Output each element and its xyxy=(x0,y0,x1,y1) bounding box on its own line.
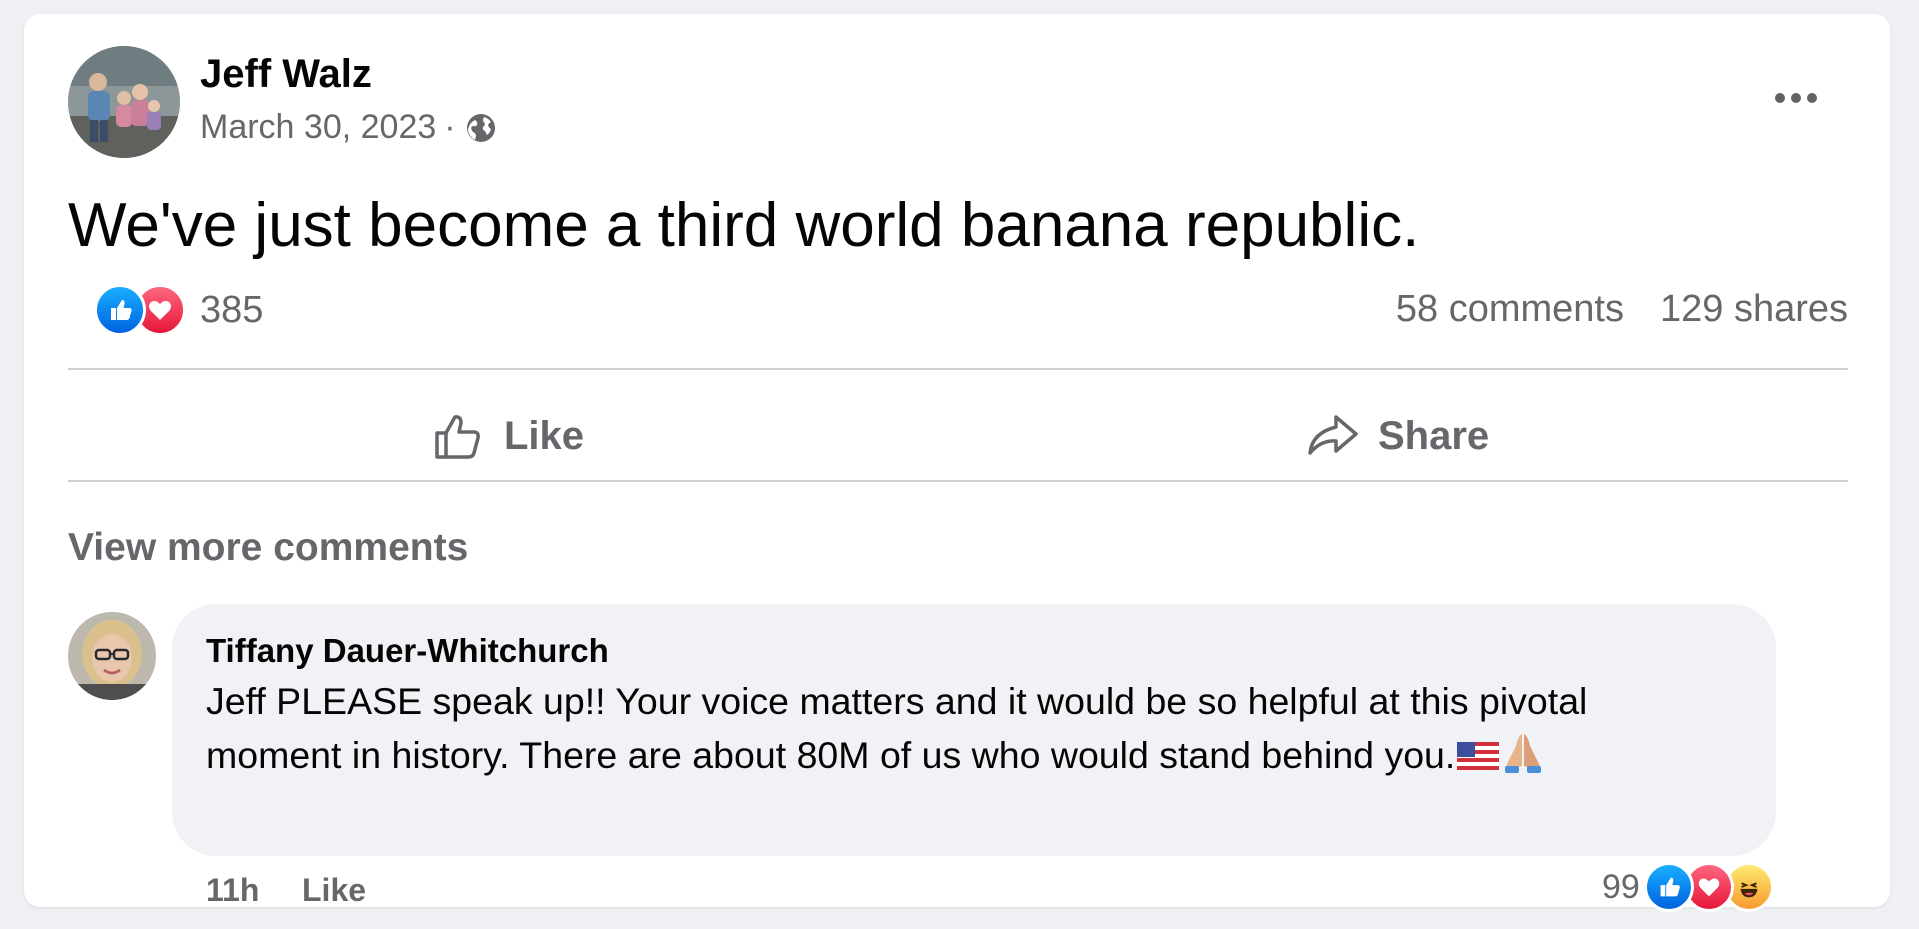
commenter-avatar[interactable] xyxy=(68,612,156,700)
us-flag-emoji xyxy=(1457,730,1500,770)
share-label: Share xyxy=(1378,413,1490,458)
thumbs-up-icon xyxy=(435,415,480,459)
more-dot xyxy=(1807,93,1817,103)
like-reaction-icon xyxy=(1643,862,1694,912)
globe-icon xyxy=(464,111,498,145)
divider xyxy=(68,368,1848,370)
reaction-count: 385 xyxy=(200,288,264,331)
comment-reaction-count: 99 xyxy=(1602,867,1640,906)
divider xyxy=(68,480,1848,482)
more-dot xyxy=(1775,93,1785,103)
comment-body: Jeff PLEASE speak up!! Your voice matter… xyxy=(206,674,1726,782)
folded-hands-emoji xyxy=(1501,730,1545,774)
comment-text: Jeff PLEASE speak up!! Your voice matter… xyxy=(206,680,1588,776)
meta-separator: · xyxy=(444,108,456,146)
more-options-icon[interactable] xyxy=(1768,86,1824,110)
like-button[interactable]: Like xyxy=(432,404,584,468)
more-dot xyxy=(1791,93,1801,103)
post-meta: March 30, 2023 · xyxy=(200,108,498,147)
comment-like-button[interactable]: Like xyxy=(302,872,366,909)
author-name[interactable]: Jeff Walz xyxy=(200,52,372,97)
post-text: We've just become a third world banana r… xyxy=(68,191,1420,260)
share-button[interactable]: Share xyxy=(1306,404,1489,468)
post-date[interactable]: March 30, 2023 xyxy=(200,108,436,147)
shares-count[interactable]: 129 shares xyxy=(1660,288,1848,331)
view-more-comments-link[interactable]: View more comments xyxy=(68,526,468,570)
post-card: Jeff Walz March 30, 2023 · We've just be… xyxy=(24,14,1890,912)
share-arrow-icon xyxy=(1308,415,1358,455)
comment-time[interactable]: 11h xyxy=(206,872,259,909)
comment-bubble: Tiffany Dauer-Whitchurch Jeff PLEASE spe… xyxy=(172,604,1776,856)
like-label: Like xyxy=(504,413,585,458)
like-reaction-icon xyxy=(94,284,146,336)
post-stats: 385 58 comments 129 shares xyxy=(68,282,1848,342)
author-avatar[interactable] xyxy=(68,46,180,158)
comments-count[interactable]: 58 comments xyxy=(1396,288,1624,331)
engagement-stats: 58 comments 129 shares xyxy=(1396,288,1848,331)
commenter-name[interactable]: Tiffany Dauer-Whitchurch xyxy=(206,632,609,670)
comment-reactions[interactable]: 99 xyxy=(1602,862,1774,912)
post-reactions[interactable]: 385 xyxy=(94,284,263,336)
